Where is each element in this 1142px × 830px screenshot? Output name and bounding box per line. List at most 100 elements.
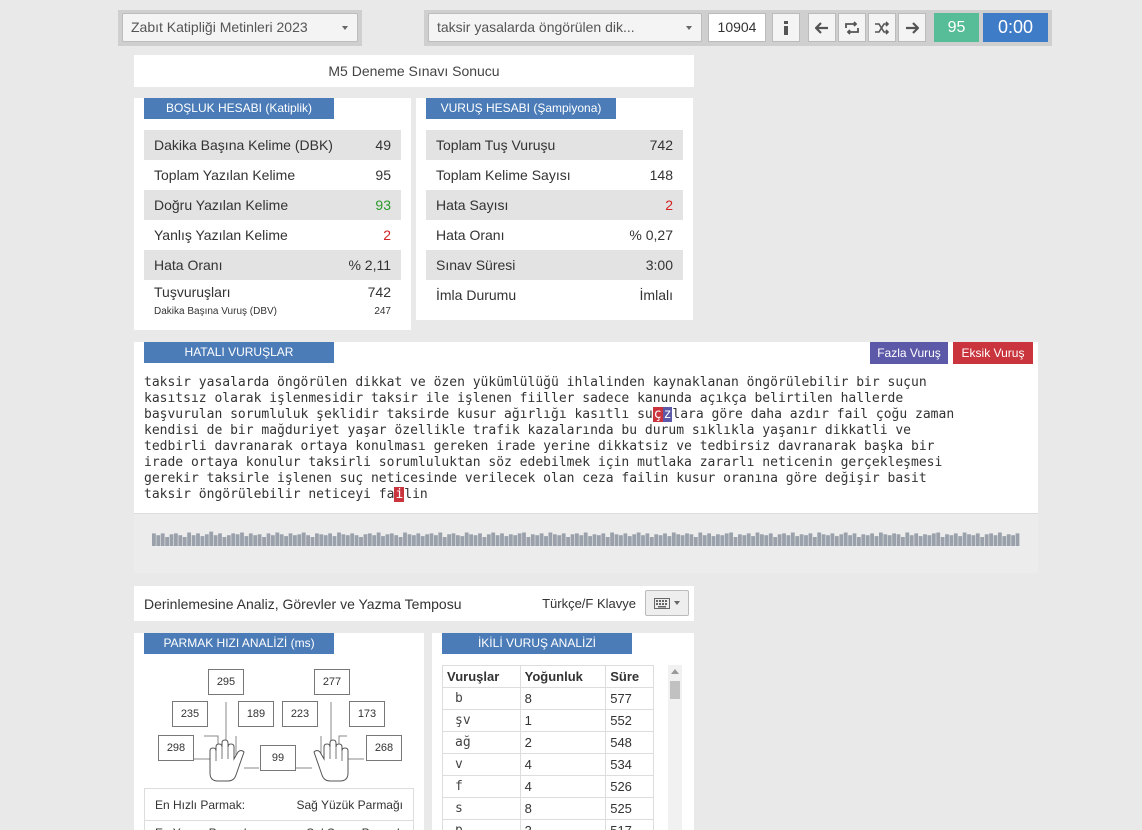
rhythm-bar xyxy=(372,535,377,546)
keyboard-icon xyxy=(654,597,670,609)
rhythm-bar xyxy=(716,534,720,546)
rhythm-bar xyxy=(583,532,588,546)
rhythm-bar xyxy=(438,532,443,546)
rhythm-bar xyxy=(447,534,451,546)
rhythm-bar xyxy=(742,535,747,546)
rhythm-bar xyxy=(442,537,447,546)
rhythm-bar xyxy=(667,536,672,546)
rhythm-bar xyxy=(469,534,473,546)
stat-row: İmla Durumu İmlalı xyxy=(436,287,673,303)
scroll-up-icon[interactable] xyxy=(671,669,679,674)
rhythm-bar xyxy=(478,533,482,546)
missing-stroke-mark: i xyxy=(394,487,405,502)
left-pinky-speed: 298 xyxy=(158,735,194,761)
shuffle-button[interactable] xyxy=(868,13,896,42)
rhythm-bar xyxy=(729,532,733,546)
category-select[interactable]: Zabıt Katipliği Metinleri 2023 xyxy=(122,13,358,42)
rhythm-bar xyxy=(632,534,637,546)
typed-line: gerekir taksirle işlenen suç neticesinde… xyxy=(144,471,927,486)
extra-stroke-legend: Fazla Vuruş xyxy=(870,342,948,364)
rhythm-bar xyxy=(359,537,363,546)
rhythm-bar xyxy=(517,533,522,546)
rhythm-bar xyxy=(896,534,901,546)
rhythm-bar xyxy=(887,535,892,546)
rhythm-bar xyxy=(645,533,650,546)
rhythm-bar xyxy=(169,534,174,546)
rhythm-bar xyxy=(993,535,998,546)
rhythm-bar xyxy=(363,534,368,546)
error-strokes-title: HATALI VURUŞLAR xyxy=(144,342,334,363)
rhythm-bar xyxy=(795,536,800,546)
rhythm-bar xyxy=(804,535,808,546)
rhythm-bar xyxy=(923,534,927,546)
rhythm-bar xyxy=(240,532,244,546)
rhythm-bar xyxy=(812,537,817,546)
keyboard-select-button[interactable] xyxy=(645,590,689,616)
pair-analysis-card: İKİLİ VURUŞ ANALİZİ Vuruşlar Yoğunluk Sü… xyxy=(432,633,694,830)
rhythm-bar xyxy=(839,534,844,546)
rhythm-bar xyxy=(746,533,751,546)
rhythm-bar xyxy=(592,534,597,546)
next-button[interactable] xyxy=(898,13,926,42)
rhythm-bar xyxy=(826,535,830,546)
text-count-input[interactable]: 10904 xyxy=(708,13,766,42)
text-select[interactable]: taksir yasalarda öngörülen dik... xyxy=(428,13,702,42)
prev-button[interactable] xyxy=(808,13,836,42)
arrow-right-icon xyxy=(906,21,919,34)
rhythm-bar xyxy=(231,533,236,546)
rhythm-bar xyxy=(354,535,359,546)
rhythm-bar xyxy=(680,535,685,546)
scrollbar-thumb[interactable] xyxy=(670,681,680,699)
rhythm-bar xyxy=(570,534,575,546)
rhythm-bar xyxy=(310,537,315,546)
rhythm-bar xyxy=(204,534,209,546)
rhythm-bar xyxy=(182,537,187,546)
rhythm-bar xyxy=(685,533,689,546)
rhythm-bar xyxy=(235,534,240,546)
rhythm-bar xyxy=(328,533,332,546)
rhythm-bar xyxy=(486,534,491,546)
rhythm-bar xyxy=(909,535,914,546)
rhythm-bar xyxy=(539,533,544,546)
rhythm-bar xyxy=(196,533,200,546)
stat-row: Hata Sayısı 2 xyxy=(426,190,683,220)
rhythm-bar xyxy=(345,535,350,546)
rhythm-bar xyxy=(848,535,852,546)
rhythm-bar xyxy=(623,533,628,546)
rhythm-bar xyxy=(945,534,949,546)
gap-calc-title: BOŞLUK HESABI (Katiplik) xyxy=(144,98,334,119)
rhythm-bar xyxy=(610,532,614,546)
analysis-header: Derinlemesine Analiz, Görevler ve Yazma … xyxy=(134,586,694,621)
typed-line: kasıtsız olarak işlenmesidir taksir ile … xyxy=(144,391,904,406)
pair-table-scrollbar[interactable] xyxy=(668,665,682,830)
stat-row: Dakika Başına Kelime (DBK) 49 xyxy=(144,130,401,160)
rhythm-bar xyxy=(341,534,346,546)
rhythm-bar xyxy=(768,533,773,546)
typed-line: irade ortaya konulur taksirli sorumluluk… xyxy=(144,455,943,470)
category-select-value: Zabıt Katipliği Metinleri 2023 xyxy=(131,19,308,35)
left-middle-speed: 295 xyxy=(208,669,244,695)
repeat-button[interactable] xyxy=(838,13,866,42)
right-middle-speed: 277 xyxy=(314,669,350,695)
rhythm-bar xyxy=(561,533,566,546)
rhythm-bar xyxy=(553,534,557,546)
info-button[interactable] xyxy=(772,13,800,42)
rhythm-bar xyxy=(491,532,496,546)
rhythm-bar xyxy=(984,534,989,546)
stroke-calc-card: VURUŞ HESABI (Şampiyona) Toplam Tuş Vuru… xyxy=(416,98,693,320)
stat-row: Sınav Süresi 3:00 xyxy=(426,250,683,280)
rhythm-bar xyxy=(720,535,725,546)
rhythm-bar xyxy=(248,533,253,546)
rhythm-bar xyxy=(975,533,980,546)
rhythm-bar xyxy=(958,536,963,546)
rhythm-bar xyxy=(879,532,883,546)
rhythm-bar xyxy=(861,534,866,546)
rhythm-bar xyxy=(495,535,500,546)
rhythm-bar xyxy=(244,536,249,546)
rhythm-bar xyxy=(724,533,729,546)
rhythm-bar xyxy=(165,537,169,546)
rhythm-bar xyxy=(275,532,280,546)
left-ring-speed: 235 xyxy=(172,701,208,727)
right-pinky-speed: 268 xyxy=(366,735,402,761)
rhythm-bar xyxy=(579,535,584,546)
